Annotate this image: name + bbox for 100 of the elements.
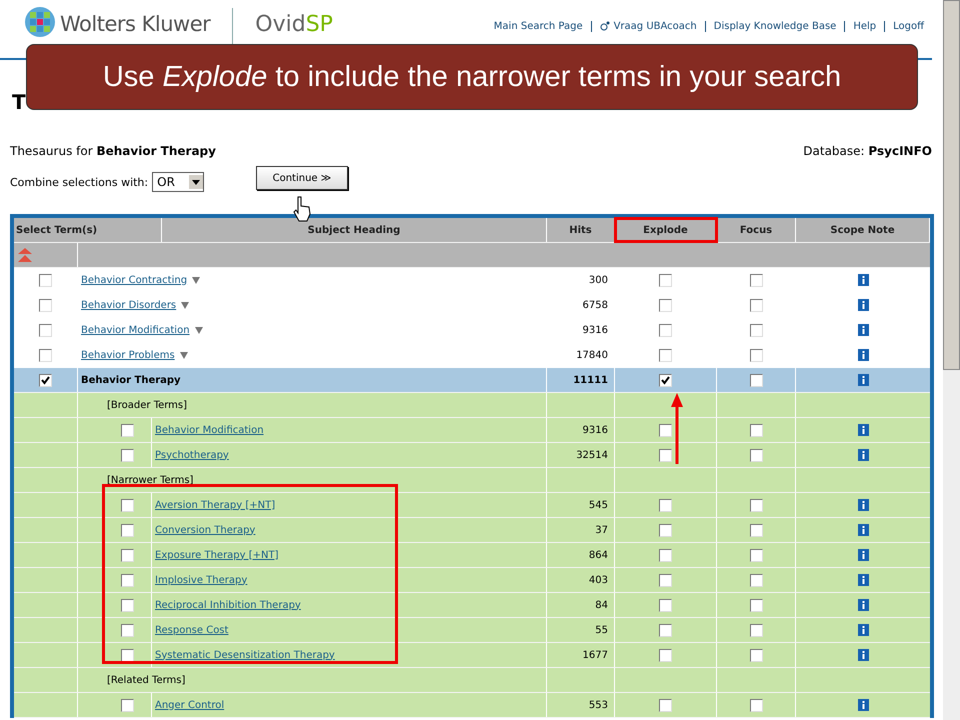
nav-link[interactable]: Vraag UBAcoach: [590, 21, 705, 32]
focus-checkbox[interactable]: [750, 574, 762, 586]
explode-checkbox[interactable]: [659, 524, 672, 536]
section-label: [Related Terms]: [107, 674, 186, 686]
explode-checkbox[interactable]: [659, 324, 672, 336]
combine-select[interactable]: OR: [152, 172, 204, 192]
term-link[interactable]: Response Cost: [155, 624, 228, 636]
select-checkbox[interactable]: [121, 498, 134, 512]
dropdown-icon[interactable]: [181, 302, 190, 308]
info-icon[interactable]: [858, 324, 868, 336]
hits-count: 553: [588, 700, 608, 710]
term-link[interactable]: Exposure Therapy [+NT]: [155, 550, 279, 560]
info-icon[interactable]: [858, 349, 868, 361]
select-checkbox[interactable]: [121, 424, 134, 436]
term-link[interactable]: Behavior Contracting: [81, 274, 188, 286]
explode-checkbox[interactable]: [659, 624, 672, 636]
info-icon[interactable]: [858, 449, 868, 461]
select-checkbox[interactable]: [121, 624, 134, 636]
term-link[interactable]: Behavior Disorders: [81, 300, 176, 310]
dropdown-icon[interactable]: [194, 326, 203, 334]
product-logo: OvidSP: [255, 12, 333, 37]
term-link[interactable]: Behavior Modification: [155, 424, 264, 436]
info-icon[interactable]: [858, 574, 868, 586]
focus-checkbox[interactable]: [750, 648, 762, 662]
continue-button[interactable]: Continue ≫: [256, 166, 348, 190]
focus-checkbox[interactable]: [750, 498, 762, 512]
term-link[interactable]: Conversion Therapy: [155, 524, 256, 536]
nav-link[interactable]: Main Search Page: [486, 21, 591, 32]
select-checkbox[interactable]: [121, 648, 134, 662]
explode-checkbox[interactable]: [659, 448, 672, 462]
explode-checkbox[interactable]: [659, 548, 672, 562]
info-icon[interactable]: [858, 549, 868, 561]
dropdown-icon[interactable]: [192, 276, 200, 284]
explode-checkbox[interactable]: [659, 274, 672, 286]
focus-checkbox[interactable]: [750, 348, 762, 362]
term-link[interactable]: Systematic Desensitization Therapy: [155, 650, 335, 660]
term-link[interactable]: Anger Control: [155, 700, 224, 710]
term-link[interactable]: Aversion Therapy [+NT]: [155, 500, 276, 510]
nav-link[interactable]: Display Knowledge Base: [704, 21, 844, 32]
term-link[interactable]: Implosive Therapy: [155, 574, 248, 586]
select-checkbox[interactable]: [121, 698, 134, 712]
explode-checkbox[interactable]: [659, 698, 672, 712]
info-icon[interactable]: [858, 699, 868, 711]
explode-checkbox[interactable]: [659, 498, 672, 512]
page-title: T: [12, 90, 26, 112]
select-checkbox[interactable]: [121, 574, 134, 586]
focus-checkbox[interactable]: [750, 374, 762, 386]
select-checkbox[interactable]: [121, 448, 134, 462]
info-icon[interactable]: [858, 424, 868, 436]
focus-checkbox[interactable]: [750, 424, 762, 436]
info-icon[interactable]: [858, 649, 868, 661]
term-link[interactable]: Reciprocal Inhibition Therapy: [155, 600, 301, 610]
hits-count: 545: [588, 500, 608, 510]
select-checkbox[interactable]: [121, 524, 134, 536]
focus-checkbox[interactable]: [750, 548, 762, 562]
explode-checkbox[interactable]: [659, 348, 672, 362]
hits-count: 403: [588, 574, 608, 586]
focus-checkbox[interactable]: [750, 324, 762, 336]
column-header: Select Term(s): [14, 218, 162, 242]
info-icon[interactable]: [858, 299, 868, 311]
focus-checkbox[interactable]: [750, 524, 762, 536]
info-icon[interactable]: [858, 599, 868, 611]
select-checkbox[interactable]: [39, 374, 52, 386]
thesaurus-title: Thesaurus for Behavior Therapy: [10, 144, 216, 158]
info-icon[interactable]: [858, 624, 868, 636]
explode-checkbox[interactable]: [659, 374, 672, 386]
dropdown-icon[interactable]: [180, 352, 188, 358]
focus-checkbox[interactable]: [750, 298, 762, 312]
term-link[interactable]: Behavior Problems: [81, 350, 175, 360]
nav-link[interactable]: Logoff: [884, 21, 932, 32]
info-icon[interactable]: [858, 274, 868, 286]
select-checkbox[interactable]: [39, 298, 52, 312]
info-icon[interactable]: [858, 374, 868, 386]
select-checkbox[interactable]: [121, 598, 134, 612]
hits-count: 84: [595, 600, 608, 610]
focus-checkbox[interactable]: [750, 274, 762, 286]
explode-checkbox[interactable]: [659, 424, 672, 436]
select-checkbox[interactable]: [39, 274, 52, 286]
hits-count: 864: [588, 550, 608, 560]
select-checkbox[interactable]: [121, 548, 134, 562]
explode-checkbox[interactable]: [659, 598, 672, 612]
term-link[interactable]: Psychotherapy: [155, 450, 229, 460]
hits-count: 300: [588, 274, 608, 286]
info-icon[interactable]: [858, 524, 868, 536]
focus-checkbox[interactable]: [750, 448, 762, 462]
callout-banner: Use Explode to include the narrower terms in your search: [26, 44, 918, 110]
focus-checkbox[interactable]: [750, 698, 762, 712]
explode-checkbox[interactable]: [659, 648, 672, 662]
hits-count: 9316: [582, 424, 608, 436]
focus-checkbox[interactable]: [750, 598, 762, 612]
section-label: [Broader Terms]: [107, 400, 188, 410]
nav-link[interactable]: Help: [844, 21, 884, 32]
info-icon[interactable]: [858, 499, 868, 511]
scrollbar[interactable]: [943, 0, 960, 720]
select-checkbox[interactable]: [39, 348, 52, 362]
explode-checkbox[interactable]: [659, 574, 672, 586]
explode-checkbox[interactable]: [659, 298, 672, 312]
focus-checkbox[interactable]: [750, 624, 762, 636]
term-link[interactable]: Behavior Modification: [81, 324, 190, 336]
select-checkbox[interactable]: [39, 324, 52, 336]
